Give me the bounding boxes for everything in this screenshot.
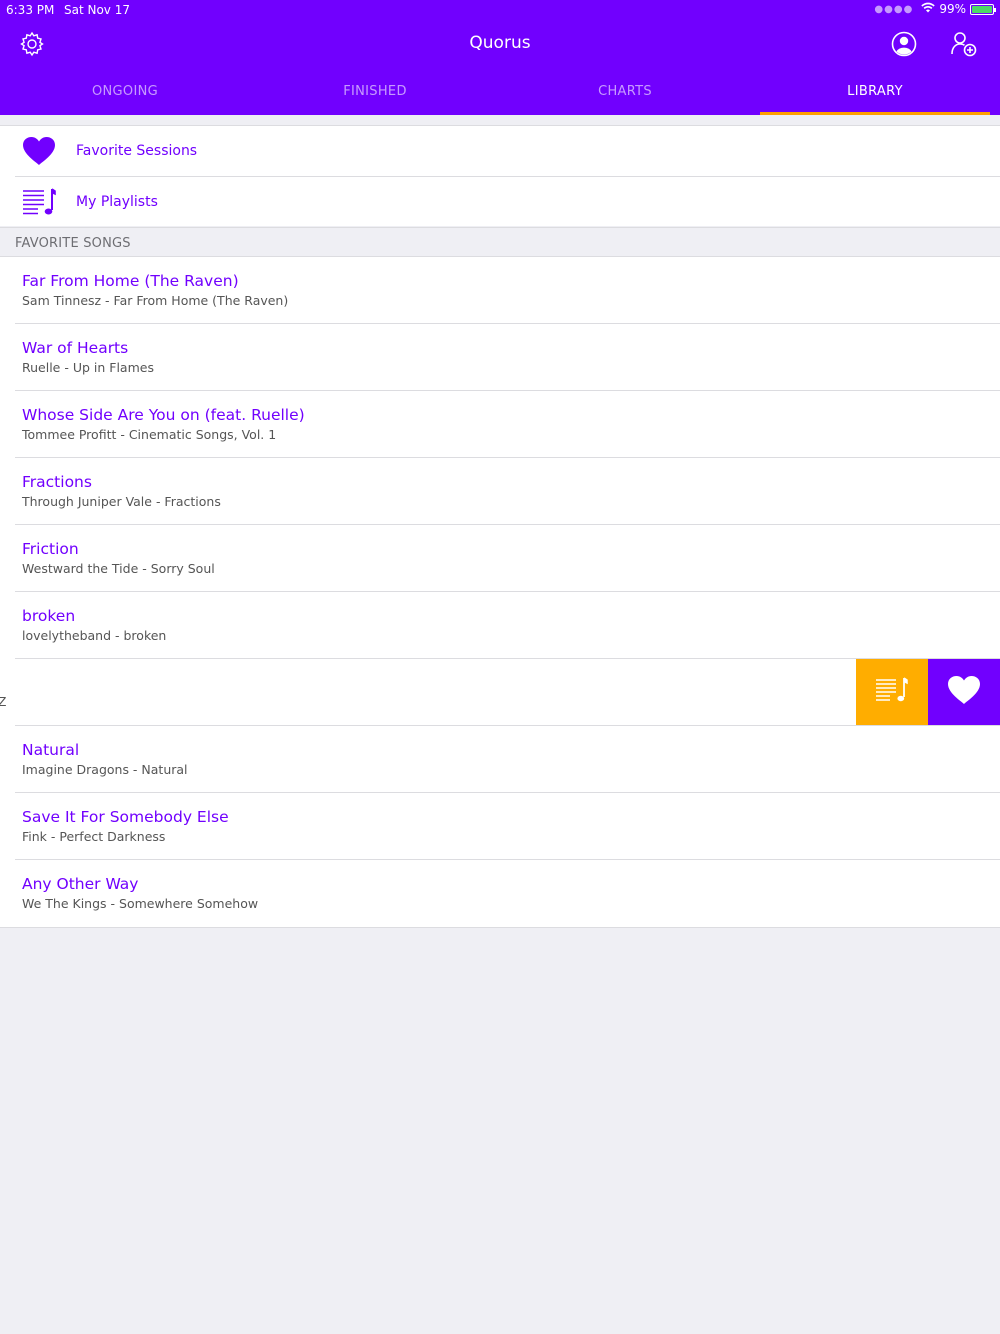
swipe-actions (856, 659, 1000, 725)
status-date: Sat Nov 17 (64, 3, 130, 17)
battery-percent: 99% (939, 2, 966, 16)
settings-icon[interactable] (18, 30, 46, 58)
menu-item-label: Favorite Sessions (76, 143, 198, 159)
profile-icon[interactable] (890, 30, 918, 58)
tab-library[interactable]: LIBRARY (750, 70, 1000, 115)
library-menu: Favorite Sessions My Playlists (0, 125, 1000, 226)
add-user-icon[interactable] (950, 30, 978, 58)
song-title: Friction (22, 540, 79, 558)
song-subtitle: Westward the Tide - Sorry Soul (22, 561, 215, 576)
signal-icon: ●●●● (874, 3, 914, 15)
song-subtitle: We The Kings - Somewhere Somehow (22, 896, 259, 911)
tab-ongoing[interactable]: ONGOING (0, 70, 250, 115)
playlist-icon (22, 185, 56, 219)
song-row[interactable]: Whose Side Are You on (feat. Ruelle) Tom… (0, 391, 1000, 458)
song-row[interactable]: Natural Imagine Dragons - Natural (0, 726, 1000, 793)
favorite-sessions-item[interactable]: Favorite Sessions (0, 126, 1000, 176)
song-subtitle: Through Juniper Vale - Fractions (22, 494, 221, 509)
song-subtitle: Imagine Dragons - Natural (22, 762, 188, 777)
song-row-swiped[interactable]: sz (0, 659, 1000, 726)
favorite-button[interactable] (928, 659, 1000, 725)
song-subtitle: lovelytheband - broken (22, 628, 167, 643)
song-subtitle: sz (0, 694, 7, 709)
favorite-songs-list: Far From Home (The Raven) Sam Tinnesz - … (0, 257, 1000, 928)
tab-charts[interactable]: CHARTS (500, 70, 750, 115)
song-row[interactable]: Save It For Somebody Else Fink - Perfect… (0, 793, 1000, 860)
song-subtitle: Tommee Profitt - Cinematic Songs, Vol. 1 (22, 427, 277, 442)
status-bar: 6:33 PM Sat Nov 17 ●●●● 99% (0, 0, 1000, 20)
song-subtitle: Ruelle - Up in Flames (22, 360, 154, 375)
song-row[interactable]: Far From Home (The Raven) Sam Tinnesz - … (0, 257, 1000, 324)
song-title: Whose Side Are You on (feat. Ruelle) (22, 406, 305, 424)
song-title: Far From Home (The Raven) (22, 272, 239, 290)
active-tab-indicator (760, 112, 990, 115)
song-title: War of Hearts (22, 339, 129, 357)
tab-bar: ONGOING FINISHED CHARTS LIBRARY (0, 70, 1000, 115)
heart-icon (947, 675, 981, 709)
wifi-icon (921, 2, 936, 16)
song-row[interactable]: broken lovelytheband - broken (0, 592, 1000, 659)
song-subtitle: Sam Tinnesz - Far From Home (The Raven) (22, 293, 289, 308)
song-row[interactable]: War of Hearts Ruelle - Up in Flames (0, 324, 1000, 391)
status-indicators: ●●●● 99% (874, 2, 996, 16)
heart-icon (22, 134, 56, 168)
song-row[interactable]: Fractions Through Juniper Vale - Fractio… (0, 458, 1000, 525)
song-title: Fractions (22, 473, 92, 491)
song-title: Save It For Somebody Else (22, 808, 229, 826)
add-to-playlist-icon (875, 676, 909, 708)
menu-item-label: My Playlists (76, 193, 158, 210)
page-title: Quorus (469, 33, 531, 53)
song-title: Any Other Way (22, 875, 139, 893)
song-row[interactable]: Friction Westward the Tide - Sorry Soul (0, 525, 1000, 592)
status-time: 6:33 PM (6, 3, 55, 17)
my-playlists-item[interactable]: My Playlists (15, 176, 1000, 226)
song-subtitle: Fink - Perfect Darkness (22, 829, 166, 844)
add-to-playlist-button[interactable] (856, 659, 928, 725)
song-subtitle-visible-fragment: sz (0, 694, 7, 709)
tab-finished[interactable]: FINISHED (250, 70, 500, 115)
song-title: broken (22, 607, 76, 625)
battery-icon (970, 3, 996, 15)
song-title: Natural (22, 741, 80, 759)
favorite-songs-header: FAVORITE SONGS (0, 227, 1000, 257)
app-header: 6:33 PM Sat Nov 17 ●●●● 99% Quorus ONGOI… (0, 0, 1000, 115)
song-row[interactable]: Any Other Way We The Kings - Somewhere S… (0, 860, 1000, 927)
